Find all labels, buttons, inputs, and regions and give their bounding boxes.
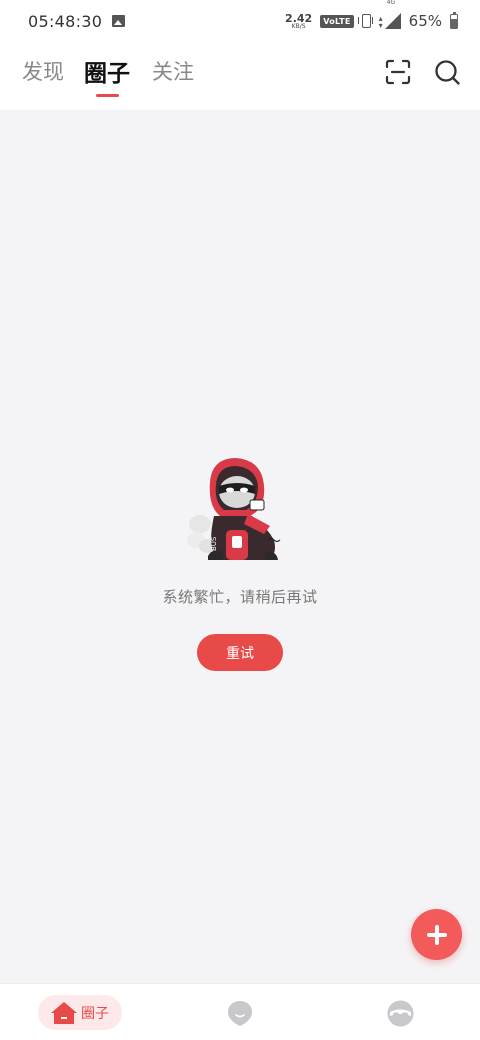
scan-button[interactable]: [385, 59, 411, 85]
signal-indicator: ▴ ▾ 4G: [378, 0, 401, 30]
search-button[interactable]: [434, 59, 461, 86]
network-speed-value: 2.42: [285, 11, 313, 25]
plus-icon: [426, 924, 447, 945]
signal-type: 4G: [386, 0, 396, 6]
profile-mask-icon: [387, 1000, 414, 1027]
active-tab-indicator: [96, 94, 119, 97]
main-content: BUS 系统繁忙，请稍后再试 重试: [0, 110, 480, 983]
status-bar: 05:48:30 2.42 KB/S VoLTE ▴ ▾ 4G 65%: [0, 0, 480, 42]
tab-circle[interactable]: 圈子: [84, 54, 130, 88]
svg-text:BUS: BUS: [210, 536, 218, 551]
battery-fill: [451, 19, 457, 28]
scan-icon: [385, 59, 411, 85]
battery-icon: [450, 11, 458, 29]
tab-discover[interactable]: 发现: [22, 56, 64, 86]
nav-item-circle[interactable]: 圈子: [38, 995, 122, 1030]
signal-icon: 4G: [384, 0, 401, 29]
data-arrows-icon: ▴ ▾: [378, 14, 383, 30]
message-icon: [228, 1001, 252, 1026]
top-header: 发现 圈子 关注: [0, 42, 480, 110]
home-icon: [51, 1001, 77, 1024]
retry-button[interactable]: 重试: [197, 634, 283, 671]
nav-item-profile[interactable]: [387, 1000, 414, 1027]
vibrate-icon: [357, 14, 373, 28]
status-icons: 2.42 KB/S VoLTE ▴ ▾ 4G 65%: [285, 0, 458, 30]
nav-item-messages[interactable]: [227, 999, 253, 1027]
tab-following[interactable]: 关注: [152, 56, 194, 86]
bottom-navigation: 圈子: [0, 983, 480, 1040]
battery-percent: 65%: [408, 12, 442, 30]
create-post-button[interactable]: [411, 909, 462, 960]
busy-mascot-illustration: BUS: [187, 458, 281, 560]
network-speed: 2.42 KB/S: [285, 13, 312, 30]
status-time: 05:48:30: [28, 11, 103, 31]
error-message: 系统繁忙，请稍后再试: [162, 588, 318, 606]
search-icon: [435, 60, 460, 85]
image-notification-icon: [112, 15, 126, 27]
network-speed-unit: KB/S: [291, 22, 306, 30]
volte-badge: VoLTE: [320, 14, 354, 28]
nav-item-circle-label: 圈子: [81, 1005, 109, 1022]
